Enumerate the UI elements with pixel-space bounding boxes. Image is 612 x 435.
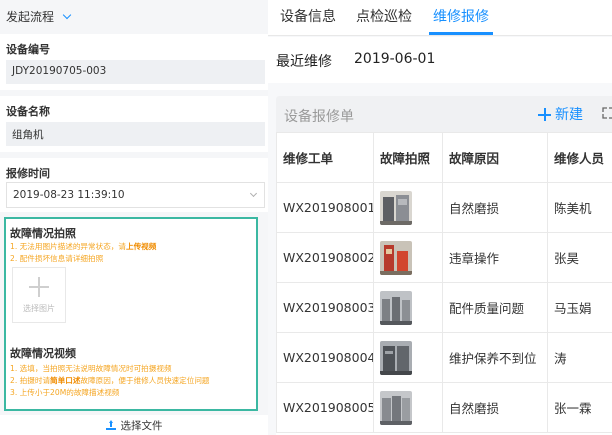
new-order-label: 新建 <box>555 107 583 123</box>
fault-video-hint-2: 2. 拍摄时请简单口述故障原因，便于维修人员快速定位问题 <box>10 376 210 385</box>
table-row[interactable]: WX201908003 配件质量问题 马玉娟 <box>276 282 612 333</box>
fault-video-title: 故障情况视频 <box>10 347 76 360</box>
table-row[interactable]: WX201908002 违章操作 张昊 <box>276 232 612 283</box>
chevron-down-icon <box>62 10 72 20</box>
fault-reason-cell: 自然磨损 <box>442 382 548 433</box>
order-no-cell: WX201908002 <box>276 232 374 283</box>
upload-icon <box>105 420 116 430</box>
fault-video-hint-3: 3. 上传小于20M的故障描述视频 <box>10 388 120 397</box>
repair-person-cell: 陈美机 <box>547 182 612 233</box>
fault-photo-thumbnail[interactable] <box>380 190 412 225</box>
device-detail-panel: 设备信息 点检巡检 维修报修 最近维修 2019-06-01 设备报修单 新建 … <box>268 0 612 435</box>
fault-media-section: 故障情况拍照 1. 无法用图片描述的异常状态，请上传视频 2. 配件损坏信息请详… <box>4 217 258 411</box>
order-no-cell: WX201908003 <box>276 282 374 333</box>
start-flow-dropdown[interactable]: 发起流程 <box>6 8 72 25</box>
repair-orders-header: 设备报修单 新建 <box>276 96 612 132</box>
fault-video-hint-1: 1. 选填，当拍照无法说明故障情况时可拍摄视频 <box>10 364 172 373</box>
recent-repair-label: 最近维修 <box>276 54 332 70</box>
device-no-field: 设备编号 JDY20190705-003 <box>0 34 268 90</box>
fault-photo-hint-1: 1. 无法用图片描述的异常状态，请上传视频 <box>10 242 157 251</box>
order-no-cell: WX201908005 <box>276 382 374 433</box>
start-flow-label: 发起流程 <box>6 10 55 24</box>
recent-repair-date: 2019-06-01 <box>354 51 436 67</box>
fault-reason-cell: 自然磨损 <box>442 182 548 233</box>
chevron-down-icon <box>249 189 258 198</box>
active-tab-indicator <box>429 32 493 35</box>
table-row[interactable]: WX201908001 自然磨损 陈美机 <box>276 182 612 233</box>
fault-photo-cell <box>373 232 443 283</box>
order-no-cell: WX201908004 <box>276 332 374 383</box>
table-header-row: 维修工单 故障拍照 故障原因 维修人员 <box>276 132 612 183</box>
tab-inspection[interactable]: 点检巡检 <box>356 6 412 26</box>
tab-bar: 设备信息 点检巡检 维修报修 <box>268 0 612 36</box>
device-no-value: JDY20190705-003 <box>6 60 265 84</box>
device-name-label: 设备名称 <box>6 105 50 118</box>
report-time-picker[interactable]: 2019-08-23 11:39:10 <box>6 182 265 208</box>
fault-photo-thumbnail[interactable] <box>380 290 412 325</box>
col-header-photo: 故障拍照 <box>373 132 443 183</box>
recent-repair-row: 最近维修 2019-06-01 <box>268 37 612 83</box>
table-row[interactable]: WX201908005 自然磨损 张一霖 <box>276 382 612 433</box>
fault-reason-cell: 维护保养不到位 <box>442 332 548 383</box>
repair-person-cell: 马玉娟 <box>547 282 612 333</box>
select-file-button[interactable]: 选择文件 <box>0 415 268 435</box>
fault-reason-cell: 配件质量问题 <box>442 282 548 333</box>
fault-photo-thumbnail[interactable] <box>380 340 412 375</box>
device-no-label: 设备编号 <box>6 43 50 56</box>
fault-photo-hint-2: 2. 配件损坏信息请详细拍照 <box>10 254 104 263</box>
repair-form-panel: 发起流程 设备编号 JDY20190705-003 设备名称 组角机 报修时间 … <box>0 0 268 435</box>
report-time-field: 报修时间 2019-08-23 11:39:10 <box>0 158 268 212</box>
col-header-order: 维修工单 <box>276 132 374 183</box>
fault-photo-cell <box>373 182 443 233</box>
plus-icon <box>29 276 49 297</box>
fault-photo-thumbnail[interactable] <box>380 390 412 425</box>
repair-person-cell: 涛 <box>547 332 612 383</box>
tab-device-info[interactable]: 设备信息 <box>280 6 336 26</box>
fault-photo-thumbnail[interactable] <box>380 240 412 275</box>
order-no-cell: WX201908001 <box>276 182 374 233</box>
col-header-reason: 故障原因 <box>442 132 548 183</box>
fault-photo-cell <box>373 282 443 333</box>
repair-person-cell: 张昊 <box>547 232 612 283</box>
table-row[interactable]: WX201908004 维护保养不到位 涛 <box>276 332 612 383</box>
repair-orders-card: 设备报修单 新建 维修工单 故障拍照 故障原因 维修人员 WX201908001… <box>276 96 612 435</box>
fault-reason-cell: 违章操作 <box>442 232 548 283</box>
repair-orders-title: 设备报修单 <box>284 109 354 125</box>
report-time-value: 2019-08-23 11:39:10 <box>13 189 125 201</box>
expand-icon[interactable] <box>602 107 612 119</box>
select-image-button[interactable]: 选择图片 <box>12 267 66 323</box>
new-order-button[interactable]: 新建 <box>538 104 583 124</box>
device-name-field: 设备名称 组角机 <box>0 96 268 152</box>
col-header-person: 维修人员 <box>547 132 612 183</box>
fault-photo-title: 故障情况拍照 <box>10 227 76 240</box>
plus-icon <box>538 107 551 121</box>
fault-photo-cell <box>373 382 443 433</box>
select-image-label: 选择图片 <box>23 303 55 313</box>
fault-photo-cell <box>373 332 443 383</box>
select-file-label: 选择文件 <box>120 419 163 432</box>
repair-orders-table: 维修工单 故障拍照 故障原因 维修人员 WX201908001 自然磨损 陈美机 <box>276 132 612 433</box>
repair-person-cell: 张一霖 <box>547 382 612 433</box>
device-name-value: 组角机 <box>6 122 265 146</box>
tab-repair[interactable]: 维修报修 <box>433 6 489 26</box>
report-time-label: 报修时间 <box>6 167 50 180</box>
